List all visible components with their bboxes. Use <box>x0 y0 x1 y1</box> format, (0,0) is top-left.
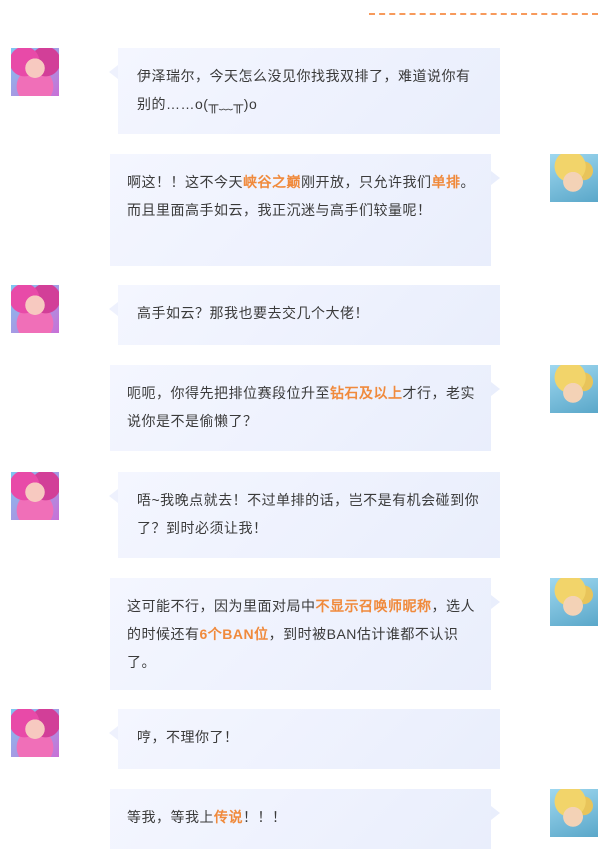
chat-bubble-right: 这可能不行，因为里面对局中不显示召唤师昵称，选人的时候还有6个BAN位，到时被B… <box>110 578 500 690</box>
chat-bubble-left: 高手如云？那我也要去交几个大佬！ <box>109 285 500 345</box>
message-text: 唔~我晚点就去！不过单排的话，岂不是有机会碰到你了？到时必须让我！ <box>137 492 480 536</box>
highlight-text: 6个BAN位 <box>199 626 269 642</box>
chat-bubble-right: 呃呃，你得先把排位赛段位升至钻石及以上才行，老实说你是不是偷懒了？ <box>110 365 500 451</box>
highlight-text: 传说 <box>214 809 243 825</box>
ezreal-avatar <box>550 154 598 202</box>
chat-bubble-left: 哼，不理你了！ <box>109 709 500 769</box>
highlight-text: 钻石及以上 <box>330 385 403 401</box>
lux-avatar <box>11 285 59 333</box>
ezreal-avatar <box>550 365 598 413</box>
top-dashed-divider <box>369 13 598 15</box>
message-text: 呃呃，你得先把排位赛段位升至 <box>127 385 330 401</box>
lux-avatar <box>11 472 59 520</box>
lux-avatar <box>11 709 59 757</box>
ezreal-avatar <box>550 578 598 626</box>
chat-bubble-left: 唔~我晚点就去！不过单排的话，岂不是有机会碰到你了？到时必须让我！ <box>109 472 500 558</box>
lux-avatar <box>11 48 59 96</box>
message-text: 啊这！！这不今天 <box>127 174 243 190</box>
chat-bubble-right: 等我，等我上传说！！！ <box>110 789 500 849</box>
chat-bubble-left: 伊泽瑞尔，今天怎么没见你找我双排了，难道说你有别的……o(╥﹏╥)o <box>109 48 500 134</box>
message-text: 等我，等我上 <box>127 809 214 825</box>
message-text: ！！！ <box>243 809 287 825</box>
message-text: 高手如云？那我也要去交几个大佬！ <box>137 305 369 321</box>
message-text: 刚开放，只允许我们 <box>301 174 432 190</box>
highlight-text: 不显示召唤师昵称 <box>315 598 432 614</box>
highlight-text: 单排 <box>431 174 461 190</box>
ezreal-avatar <box>550 789 598 837</box>
message-text: 伊泽瑞尔，今天怎么没见你找我双排了，难道说你有别的……o(╥﹏╥)o <box>137 68 471 112</box>
highlight-text: 峡谷之巅 <box>243 174 301 190</box>
message-text: 哼，不理你了！ <box>137 729 239 745</box>
chat-bubble-right: 啊这！！这不今天峡谷之巅刚开放，只允许我们单排。而且里面高手如云，我正沉迷与高手… <box>110 154 500 266</box>
message-text: 这可能不行，因为里面对局中 <box>127 598 316 614</box>
